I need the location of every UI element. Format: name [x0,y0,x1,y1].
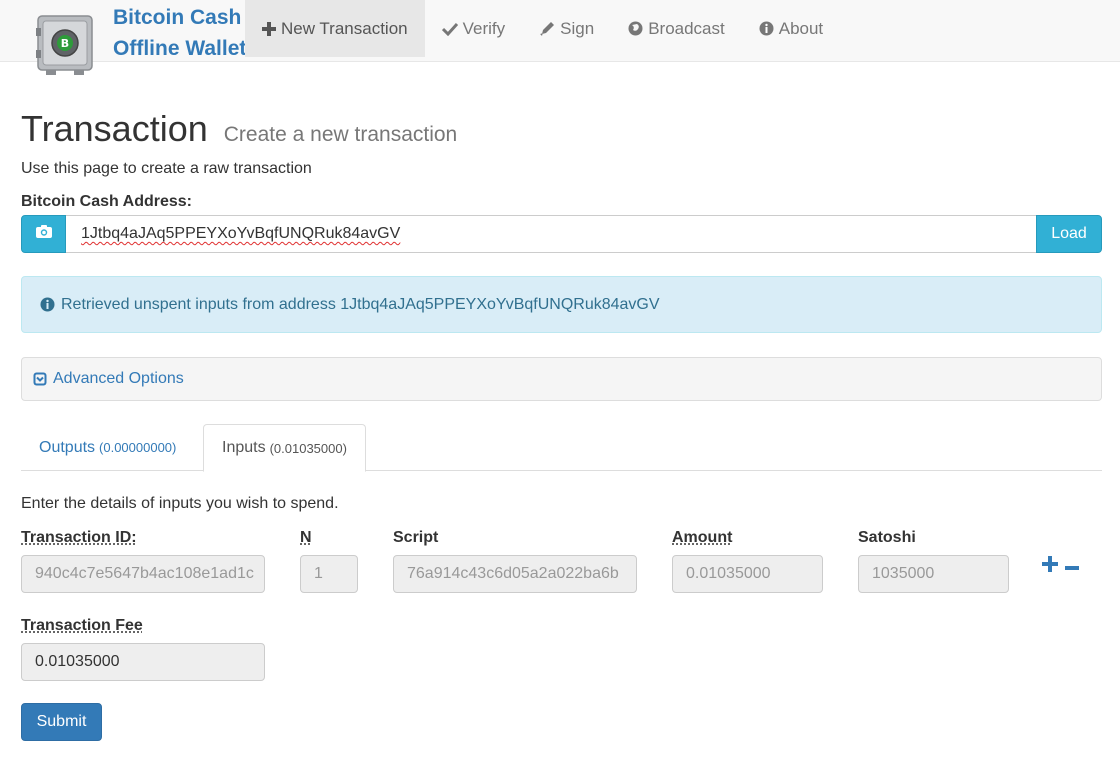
tab-inputs-label: Inputs [222,439,266,456]
advanced-options-toggle[interactable]: Advanced Options [21,357,1102,401]
amount-input[interactable]: 0.01035000 [672,555,823,593]
inputs-intro: Enter the details of inputs you wish to … [21,495,339,512]
tab-inputs[interactable]: Inputs (0.01035000) [203,424,366,472]
plus-icon [262,21,276,36]
nav-verify-label: Verify [462,18,506,38]
camera-icon [35,225,52,243]
plus-icon [1042,555,1058,577]
advanced-options-label: Advanced Options [53,370,184,387]
tab-outputs-amount: (0.00000000) [99,440,177,455]
txid-input[interactable]: 940c4c7e5647b4ac108e1ad1c [21,555,265,593]
nav-menu: New Transaction Verify Sign Broadcast Ab… [245,0,840,57]
load-button[interactable]: Load [1036,215,1102,253]
tabs: Outputs (0.00000000) Inputs (0.01035000) [21,424,1102,472]
add-input-button[interactable] [1041,552,1059,580]
fee-input[interactable]: 0.01035000 [21,643,265,681]
page-subtitle: Create a new transaction [223,123,458,146]
wallet-safe-logo[interactable]: B [36,14,98,76]
chevron-down-square-icon [33,372,47,386]
remove-input-button[interactable] [1063,552,1081,580]
nav-new-transaction-label: New Transaction [281,18,408,38]
svg-text:B: B [61,37,69,50]
status-alert-text: Retrieved unspent inputs from address 1J… [61,295,660,313]
nav-sign-label: Sign [560,18,595,38]
check-icon [441,22,458,36]
info-circle-icon [40,297,55,312]
nav-sign[interactable]: Sign [522,0,611,57]
brand-title[interactable]: Bitcoin Cash Offline Wallet [113,2,246,64]
address-input-value: 1Jtbq4aJAq5PPEYXoYvBqfUNQRuk84avGV [81,225,401,242]
pencil-icon [539,21,555,37]
tab-inputs-amount: (0.01035000) [269,440,347,456]
script-input[interactable]: 76a914c43c6d05a2a022ba6b [393,555,637,593]
satoshi-input[interactable]: 1035000 [858,555,1009,593]
submit-button[interactable]: Submit [21,703,102,741]
nav-verify[interactable]: Verify [425,0,523,57]
nav-broadcast[interactable]: Broadcast [611,0,742,57]
page-title: Transaction Create a new transaction [21,108,457,150]
nav-about-label: About [778,18,824,38]
nav-broadcast-label: Broadcast [648,18,725,38]
n-label: N [300,529,312,546]
page-title-text: Transaction [21,108,208,149]
info-circle-icon [759,21,774,36]
nav-new-transaction[interactable]: New Transaction [245,0,425,57]
status-alert: Retrieved unspent inputs from address 1J… [21,276,1102,333]
brand-line-1: Bitcoin Cash [113,6,242,29]
brand-line-2: Offline Wallet [113,37,247,60]
txid-label: Transaction ID: [21,529,137,546]
amount-label: Amount [672,529,733,546]
tab-outputs-label: Outputs [39,438,96,456]
address-input-group: 1Jtbq4aJAq5PPEYXoYvBqfUNQRuk84avGV Load [21,215,1102,253]
tab-outputs[interactable]: Outputs (0.00000000) [21,424,194,471]
address-label: Bitcoin Cash Address: [21,193,192,210]
minus-icon [1065,557,1079,575]
nav-about[interactable]: About [742,0,840,57]
camera-button[interactable] [21,215,66,253]
address-input[interactable]: 1Jtbq4aJAq5PPEYXoYvBqfUNQRuk84avGV [66,215,1036,253]
input-row-controls [1041,552,1081,580]
n-input[interactable]: 1 [300,555,358,593]
script-label: Script [393,529,439,546]
page-intro: Use this page to create a raw transactio… [21,160,312,177]
satoshi-label: Satoshi [858,529,916,546]
globe-icon [628,21,643,36]
navbar: B Bitcoin Cash Offline Wallet New Transa… [0,0,1120,75]
fee-label: Transaction Fee [21,617,143,634]
